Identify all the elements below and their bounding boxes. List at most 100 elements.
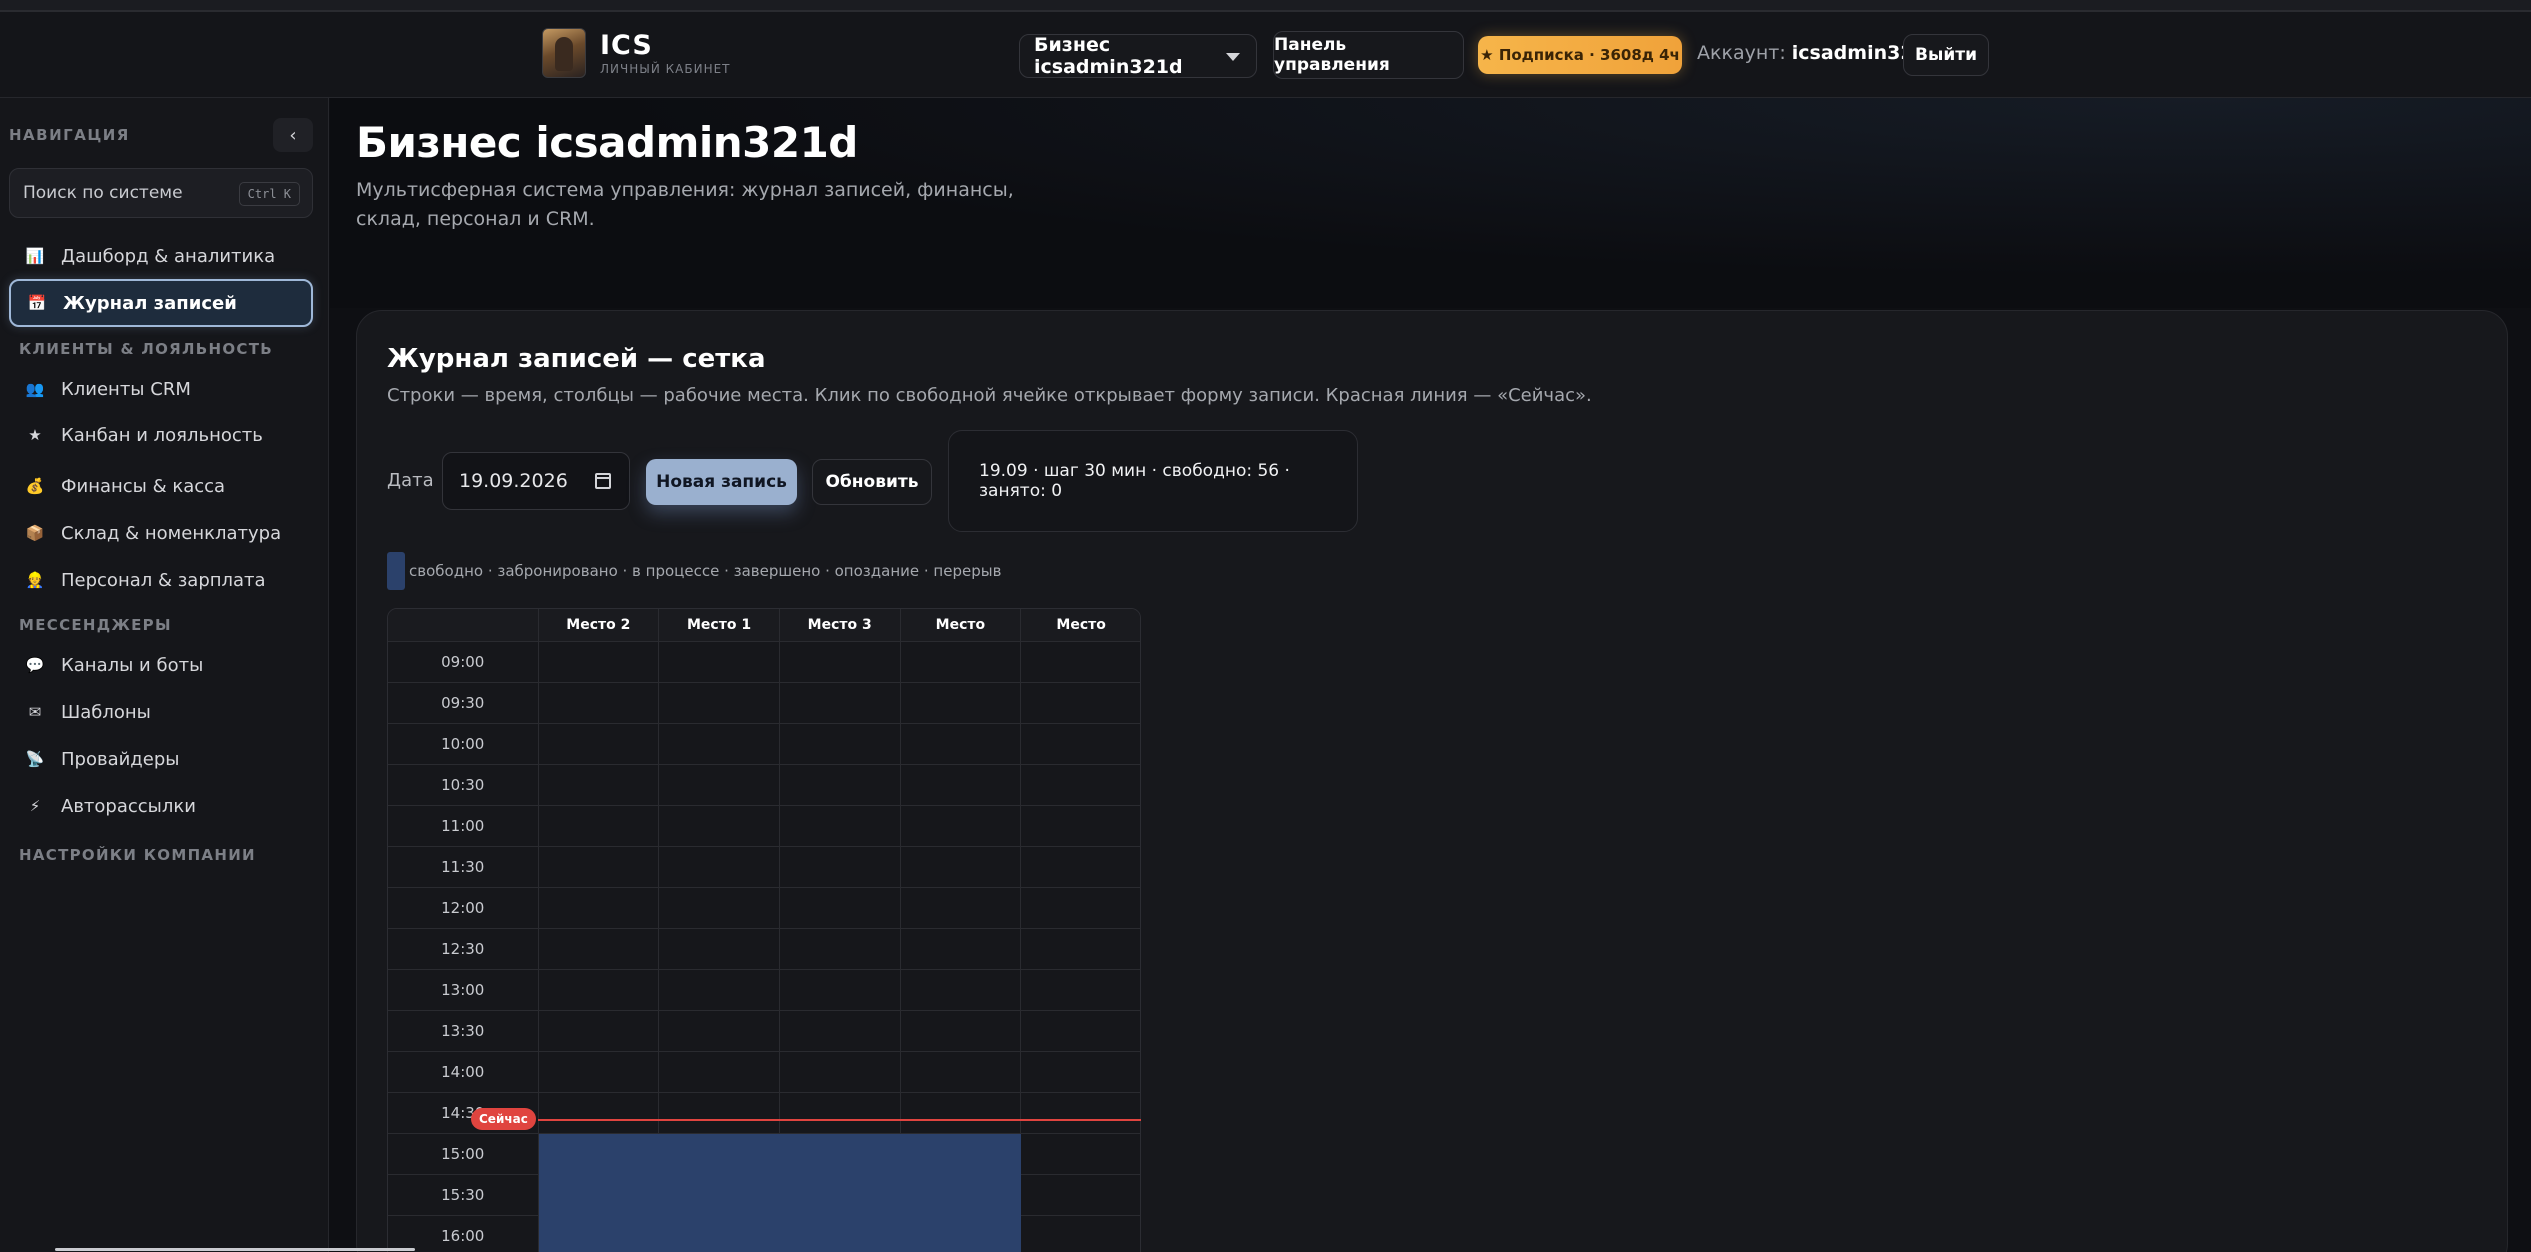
grid-slot-free[interactable] (658, 723, 780, 765)
grid-slot-free[interactable] (658, 846, 780, 888)
refresh-button[interactable]: Обновить (812, 459, 932, 505)
grid-slot-free[interactable] (658, 805, 780, 847)
grid-slot-free[interactable] (900, 1051, 1022, 1093)
grid-slot-free[interactable] (779, 1092, 901, 1134)
grid-slot-busy[interactable] (779, 1174, 901, 1216)
sidebar-item-staff[interactable]: 👷 Персонал & зарплата (9, 556, 313, 604)
grid-slot-free[interactable] (658, 641, 780, 683)
grid-slot-free[interactable] (900, 887, 1022, 929)
grid-slot-free[interactable] (538, 723, 660, 765)
grid-slot-free[interactable] (658, 928, 780, 970)
grid-slot-free[interactable] (1020, 1092, 1140, 1134)
logo[interactable]: ICS ЛИЧНЫЙ КАБИНЕТ (542, 28, 731, 78)
grid-slot-busy[interactable] (538, 1215, 660, 1252)
sidebar-group-company[interactable]: НАСТРОЙКИ КОМПАНИИ (19, 846, 256, 864)
grid-slot-free[interactable] (1020, 764, 1140, 806)
grid-slot-free[interactable] (1020, 641, 1140, 683)
logout-button[interactable]: Выйти (1903, 34, 1989, 76)
grid-slot-free[interactable] (779, 1010, 901, 1052)
sidebar-item-channels[interactable]: 💬 Каналы и боты (9, 641, 313, 689)
grid-slot-free[interactable] (779, 805, 901, 847)
grid-slot-free[interactable] (658, 764, 780, 806)
grid-slot-free[interactable] (779, 764, 901, 806)
grid-slot-free[interactable] (779, 723, 901, 765)
grid-slot-free[interactable] (779, 1051, 901, 1093)
grid-slot-busy[interactable] (900, 1215, 1022, 1252)
sidebar-item-providers[interactable]: 📡 Провайдеры (9, 735, 313, 783)
grid-slot-free[interactable] (538, 928, 660, 970)
grid-slot-free[interactable] (1020, 846, 1140, 888)
grid-slot-free[interactable] (538, 641, 660, 683)
grid-slot-free[interactable] (658, 1092, 780, 1134)
grid-slot-free[interactable] (1020, 723, 1140, 765)
grid-slot-free[interactable] (900, 928, 1022, 970)
grid-slot-busy[interactable] (900, 1133, 1022, 1175)
grid-slot-busy[interactable] (538, 1174, 660, 1216)
sidebar-item-clients-crm[interactable]: 👥 Клиенты CRM (9, 365, 313, 413)
grid-slot-free[interactable] (538, 1051, 660, 1093)
sidebar-item-kanban[interactable]: ★ Канбан и лояльность (9, 411, 313, 459)
control-panel-button[interactable]: Панель управления (1273, 31, 1464, 79)
sidebar-item-journal[interactable]: 📅 Журнал записей (9, 279, 313, 327)
horizontal-scrollbar[interactable] (55, 1248, 415, 1251)
grid-slot-free[interactable] (658, 887, 780, 929)
grid-slot-busy[interactable] (658, 1133, 780, 1175)
grid-slot-free[interactable] (1020, 805, 1140, 847)
grid-slot-free[interactable] (1020, 1215, 1140, 1252)
grid-slot-free[interactable] (538, 887, 660, 929)
sidebar-item-dashboard[interactable]: 📊 Дашборд & аналитика (9, 232, 313, 280)
grid-slot-free[interactable] (900, 641, 1022, 683)
grid-slot-free[interactable] (779, 641, 901, 683)
grid-slot-free[interactable] (779, 928, 901, 970)
grid-slot-free[interactable] (538, 1010, 660, 1052)
grid-slot-free[interactable] (1020, 682, 1140, 724)
grid-slot-free[interactable] (900, 805, 1022, 847)
grid-slot-free[interactable] (779, 682, 901, 724)
grid-slot-free[interactable] (1020, 969, 1140, 1011)
search-input[interactable]: Поиск по системе Ctrl K (9, 168, 313, 218)
grid-slot-free[interactable] (538, 764, 660, 806)
grid-slot-free[interactable] (538, 805, 660, 847)
business-select[interactable]: Бизнес icsadmin321d (1019, 34, 1257, 78)
grid-slot-free[interactable] (900, 682, 1022, 724)
grid-slot-free[interactable] (658, 682, 780, 724)
grid-slot-free[interactable] (1020, 1010, 1140, 1052)
date-field[interactable]: 19.09.2026 (442, 452, 630, 510)
grid-slot-free[interactable] (900, 723, 1022, 765)
grid-slot-free[interactable] (538, 682, 660, 724)
new-booking-button[interactable]: Новая запись (646, 459, 797, 505)
grid-slot-free[interactable] (900, 969, 1022, 1011)
grid-slot-free[interactable] (900, 764, 1022, 806)
grid-slot-free[interactable] (1020, 1174, 1140, 1216)
sidebar-item-templates[interactable]: ✉ Шаблоны (9, 688, 313, 736)
sidebar-item-warehouse[interactable]: 📦 Склад & номенклатура (9, 509, 313, 557)
grid-slot-busy[interactable] (538, 1133, 660, 1175)
sidebar-collapse-button[interactable]: ‹ (273, 118, 313, 152)
grid-slot-free[interactable] (779, 846, 901, 888)
grid-slot-busy[interactable] (779, 1133, 901, 1175)
now-line (538, 1119, 1141, 1121)
grid-slot-free[interactable] (900, 1092, 1022, 1134)
grid-slot-free[interactable] (538, 969, 660, 1011)
subscription-badge[interactable]: ★ Подписка · 3608д 4ч (1478, 36, 1682, 74)
grid-slot-free[interactable] (1020, 887, 1140, 929)
grid-slot-free[interactable] (779, 969, 901, 1011)
grid-slot-busy[interactable] (900, 1174, 1022, 1216)
grid-slot-free[interactable] (538, 1092, 660, 1134)
grid-slot-busy[interactable] (658, 1174, 780, 1216)
grid-slot-free[interactable] (658, 969, 780, 1011)
grid-slot-free[interactable] (779, 887, 901, 929)
grid-slot-busy[interactable] (658, 1215, 780, 1252)
sidebar-item-finance[interactable]: 💰 Финансы & касса (9, 462, 313, 510)
grid-slot-free[interactable] (658, 1051, 780, 1093)
grid-slot-busy[interactable] (779, 1215, 901, 1252)
calendar-picker-icon[interactable] (595, 473, 611, 489)
grid-slot-free[interactable] (658, 1010, 780, 1052)
grid-slot-free[interactable] (900, 1010, 1022, 1052)
grid-slot-free[interactable] (538, 846, 660, 888)
grid-slot-free[interactable] (1020, 928, 1140, 970)
sidebar-item-autosend[interactable]: ⚡ Авторассылки (9, 782, 313, 830)
grid-slot-free[interactable] (900, 846, 1022, 888)
grid-slot-free[interactable] (1020, 1051, 1140, 1093)
grid-slot-free[interactable] (1020, 1133, 1140, 1175)
